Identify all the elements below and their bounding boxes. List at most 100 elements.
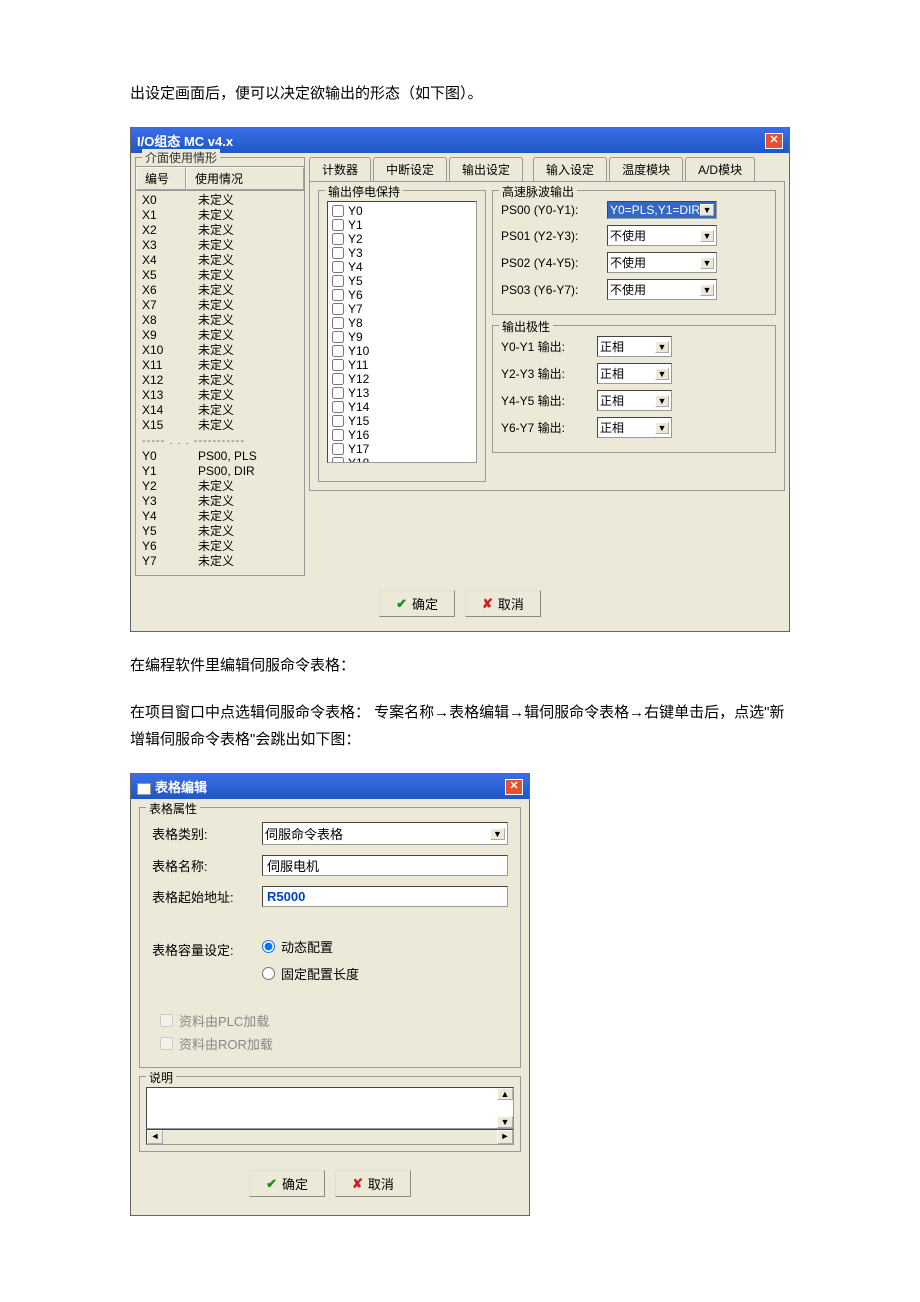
addr-input[interactable] <box>262 886 508 907</box>
col-status[interactable]: 使用情况 <box>186 167 304 190</box>
check-item[interactable]: Y17 <box>330 442 474 456</box>
pulse-row: PS00 (Y0-Y1):Y0=PLS,Y1=DIR▼ <box>501 201 767 219</box>
desc-textarea[interactable]: ▲ ▼ <box>146 1087 514 1129</box>
scroll-right-icon[interactable]: ► <box>497 1130 513 1144</box>
check-item[interactable]: Y2 <box>330 232 474 246</box>
check-item[interactable]: Y8 <box>330 316 474 330</box>
check-item[interactable]: Y3 <box>330 246 474 260</box>
io-row[interactable]: X15未定义 <box>142 418 298 433</box>
check-item[interactable]: Y12 <box>330 372 474 386</box>
tab-2[interactable]: 输出设定 <box>449 157 523 181</box>
io-row[interactable]: X1未定义 <box>142 208 298 223</box>
io-row[interactable]: X4未定义 <box>142 253 298 268</box>
radio-dynamic[interactable]: 动态配置 <box>262 937 333 956</box>
tab-5[interactable]: A/D模块 <box>685 157 755 181</box>
tab-0[interactable]: 计数器 <box>309 157 371 181</box>
check-item[interactable]: Y11 <box>330 358 474 372</box>
check-item[interactable]: Y14 <box>330 400 474 414</box>
plc-load-check: 资料由PLC加载 <box>160 1011 508 1030</box>
close-icon[interactable]: ✕ <box>505 779 523 795</box>
io-row[interactable]: X2未定义 <box>142 223 298 238</box>
radio-fixed[interactable]: 固定配置长度 <box>262 964 359 983</box>
window2-title: 表格编辑 <box>137 777 207 796</box>
io-row[interactable]: X9未定义 <box>142 328 298 343</box>
io-row[interactable]: Y6未定义 <box>142 539 298 554</box>
check-item[interactable]: Y18 <box>330 456 474 463</box>
check-item[interactable]: Y6 <box>330 288 474 302</box>
io-row[interactable]: X8未定义 <box>142 313 298 328</box>
io-row[interactable]: X11未定义 <box>142 358 298 373</box>
polarity-select[interactable]: 正相▼ <box>597 336 672 357</box>
pulse-select[interactable]: 不使用▼ <box>607 279 717 300</box>
close-icon[interactable]: ✕ <box>765 133 783 149</box>
cancel-button[interactable]: ✘取消 <box>465 590 541 617</box>
pulse-row: PS01 (Y2-Y3):不使用▼ <box>501 225 767 246</box>
scroll-left-icon[interactable]: ◄ <box>147 1130 163 1144</box>
io-row[interactable]: Y3未定义 <box>142 494 298 509</box>
io-row[interactable]: X14未定义 <box>142 403 298 418</box>
output-hold-list[interactable]: Y0Y1Y2Y3Y4Y5Y6Y7Y8Y9Y10Y11Y12Y13Y14Y15Y1… <box>327 201 477 463</box>
check-item[interactable]: Y15 <box>330 414 474 428</box>
col-code[interactable]: 编号 <box>136 167 186 190</box>
name-input[interactable] <box>262 855 508 876</box>
chevron-down-icon: ▼ <box>700 284 714 296</box>
polarity-row: Y4-Y5 输出:正相▼ <box>501 390 767 411</box>
scroll-up-icon[interactable]: ▲ <box>497 1088 513 1100</box>
pulse-row: PS03 (Y6-Y7):不使用▼ <box>501 279 767 300</box>
pulse-select[interactable]: 不使用▼ <box>607 252 717 273</box>
io-row[interactable]: Y4未定义 <box>142 509 298 524</box>
check-item[interactable]: Y1 <box>330 218 474 232</box>
io-row[interactable]: Y0PS00, PLS <box>142 449 298 464</box>
cancel-button[interactable]: ✘取消 <box>335 1170 411 1197</box>
chevron-down-icon: ▼ <box>700 204 714 216</box>
chevron-down-icon: ▼ <box>655 341 669 353</box>
table-edit-window: 表格编辑 ✕ 表格属性 表格类别: 伺服命令表格 ▼ 表格名称: 表格起始地址: <box>130 773 530 1216</box>
io-row[interactable]: X10未定义 <box>142 343 298 358</box>
chevron-down-icon: ▼ <box>655 422 669 434</box>
ok-button[interactable]: ✔确定 <box>379 590 455 617</box>
ok-button[interactable]: ✔确定 <box>249 1170 325 1197</box>
io-row[interactable]: Y7未定义 <box>142 554 298 569</box>
io-row[interactable]: X5未定义 <box>142 268 298 283</box>
pulse-select[interactable]: Y0=PLS,Y1=DIR▼ <box>607 201 717 219</box>
polarity-row: Y6-Y7 输出:正相▼ <box>501 417 767 438</box>
check-item[interactable]: Y10 <box>330 344 474 358</box>
tab-1[interactable]: 中断设定 <box>373 157 447 181</box>
check-item[interactable]: Y13 <box>330 386 474 400</box>
checklist-title: 输出停电保持 <box>325 183 403 200</box>
window-title: I/O组态 MC v4.x <box>137 131 233 150</box>
polarity-select[interactable]: 正相▼ <box>597 390 672 411</box>
polarity-select[interactable]: 正相▼ <box>597 363 672 384</box>
io-row[interactable]: X0未定义 <box>142 193 298 208</box>
check-item[interactable]: Y5 <box>330 274 474 288</box>
check-icon: ✔ <box>266 1176 277 1192</box>
io-row[interactable]: X13未定义 <box>142 388 298 403</box>
io-row[interactable]: X12未定义 <box>142 373 298 388</box>
check-item[interactable]: Y9 <box>330 330 474 344</box>
io-row[interactable]: X6未定义 <box>142 283 298 298</box>
chevron-down-icon: ▼ <box>700 257 714 269</box>
check-item[interactable]: Y0 <box>330 204 474 218</box>
type-label: 表格类别: <box>152 824 262 843</box>
io-row[interactable]: Y1PS00, DIR <box>142 464 298 479</box>
check-item[interactable]: Y4 <box>330 260 474 274</box>
pulse-row: PS02 (Y4-Y5):不使用▼ <box>501 252 767 273</box>
scroll-down-icon[interactable]: ▼ <box>497 1116 513 1128</box>
tab-3[interactable]: 输入设定 <box>533 157 607 181</box>
io-row[interactable]: Y2未定义 <box>142 479 298 494</box>
check-item[interactable]: Y7 <box>330 302 474 316</box>
addr-label: 表格起始地址: <box>152 887 262 906</box>
titlebar: I/O组态 MC v4.x ✕ <box>131 128 789 153</box>
tab-4[interactable]: 温度模块 <box>609 157 683 181</box>
pulse-select[interactable]: 不使用▼ <box>607 225 717 246</box>
io-row[interactable]: X3未定义 <box>142 238 298 253</box>
polarity-select[interactable]: 正相▼ <box>597 417 672 438</box>
io-row[interactable]: Y5未定义 <box>142 524 298 539</box>
type-select[interactable]: 伺服命令表格 ▼ <box>262 822 508 845</box>
cap-label: 表格容量设定: <box>152 940 262 959</box>
doc-text-1: 出设定画面后，便可以决定欲输出的形态（如下图）。 <box>130 80 790 107</box>
polarity-row: Y2-Y3 输出:正相▼ <box>501 363 767 384</box>
io-row[interactable]: X7未定义 <box>142 298 298 313</box>
check-item[interactable]: Y16 <box>330 428 474 442</box>
h-scrollbar[interactable]: ◄► <box>146 1129 514 1145</box>
